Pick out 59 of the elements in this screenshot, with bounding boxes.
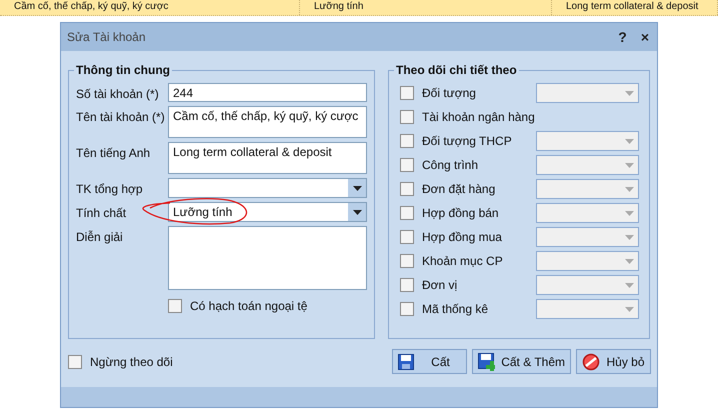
combo-box[interactable] bbox=[536, 203, 639, 223]
checkbox-label: Khoản mục CP bbox=[422, 254, 504, 268]
checkbox[interactable] bbox=[68, 354, 82, 368]
checkbox[interactable] bbox=[400, 158, 414, 172]
dropdown-arrow-icon[interactable] bbox=[352, 186, 362, 190]
checkbox-label: Đơn đặt hàng bbox=[422, 182, 496, 196]
window-title: Sửa Tài khoản bbox=[67, 30, 147, 44]
combo-box[interactable] bbox=[536, 131, 639, 151]
save-and-add-button[interactable]: Cất & Thêm bbox=[472, 349, 571, 374]
combo-box[interactable] bbox=[536, 227, 639, 247]
checkbox[interactable] bbox=[400, 110, 414, 124]
floppy-disk-plus-icon bbox=[478, 352, 496, 370]
field-label: Số tài khoản (*) bbox=[76, 86, 160, 101]
checkbox[interactable] bbox=[400, 86, 414, 100]
combo-box[interactable] bbox=[536, 251, 639, 271]
field-label: TK tổng hợp bbox=[76, 181, 144, 196]
combo-box[interactable] bbox=[536, 275, 639, 295]
field-label: Tên tài khoản (*) bbox=[76, 109, 166, 124]
close-button[interactable]: × bbox=[638, 29, 651, 45]
text-area[interactable] bbox=[168, 226, 367, 290]
checkbox[interactable] bbox=[400, 182, 414, 196]
checkbox[interactable] bbox=[400, 134, 414, 148]
checkbox-label: Hợp đồng bán bbox=[422, 206, 500, 220]
dropdown-arrow-icon[interactable] bbox=[352, 210, 362, 214]
combo-box[interactable] bbox=[536, 179, 639, 199]
save-button[interactable]: Cất bbox=[392, 349, 467, 374]
combo-box[interactable]: Lưỡng tính bbox=[168, 202, 367, 222]
prohibited-icon bbox=[582, 352, 600, 370]
checkbox[interactable] bbox=[400, 254, 414, 268]
checkbox[interactable] bbox=[400, 206, 414, 220]
combo-box[interactable] bbox=[536, 155, 639, 175]
checkbox[interactable] bbox=[400, 302, 414, 316]
group-title: Thông tin chung bbox=[75, 63, 171, 77]
input-field[interactable]: 244 bbox=[168, 83, 367, 102]
checkbox-label: Công trình bbox=[422, 158, 480, 172]
checkbox[interactable] bbox=[400, 278, 414, 292]
table-cell: Cầm cố, thế chấp, ký quỹ, ký cược bbox=[0, 0, 300, 15]
checkbox[interactable] bbox=[400, 230, 414, 244]
field-label: Tính chất bbox=[76, 205, 128, 220]
group-title: Theo dõi chi tiết theo bbox=[395, 63, 518, 77]
checkbox-label: Tài khoản ngân hàng bbox=[422, 110, 536, 124]
help-button[interactable]: ? bbox=[616, 29, 629, 45]
checkbox-label: Mã thống kê bbox=[422, 302, 490, 316]
checkbox-label: Đơn vị bbox=[422, 278, 458, 292]
checkbox-label: Ngừng theo dõi bbox=[90, 354, 173, 368]
field-label: Diễn giải bbox=[76, 229, 124, 244]
table-cell: Lưỡng tính bbox=[300, 0, 552, 15]
table-cell: Long term collateral & deposit bbox=[552, 0, 718, 15]
checkbox-label: Đối tượng bbox=[422, 86, 477, 100]
input-field[interactable]: Cầm cố, thế chấp, ký quỹ, ký cược bbox=[168, 106, 367, 138]
combo-box[interactable] bbox=[536, 83, 639, 103]
checkbox-label: Đối tượng THCP bbox=[422, 134, 513, 148]
field-label: Tên tiếng Anh bbox=[76, 145, 152, 160]
input-field[interactable]: Long term collateral & deposit bbox=[168, 142, 367, 174]
checkbox[interactable] bbox=[168, 299, 182, 313]
cancel-button[interactable]: Hủy bỏ bbox=[576, 349, 651, 374]
checkbox-label: Có hạch toán ngoại tệ bbox=[190, 299, 308, 313]
combo-box[interactable] bbox=[536, 299, 639, 319]
checkbox-label: Hợp đồng mua bbox=[422, 230, 503, 244]
